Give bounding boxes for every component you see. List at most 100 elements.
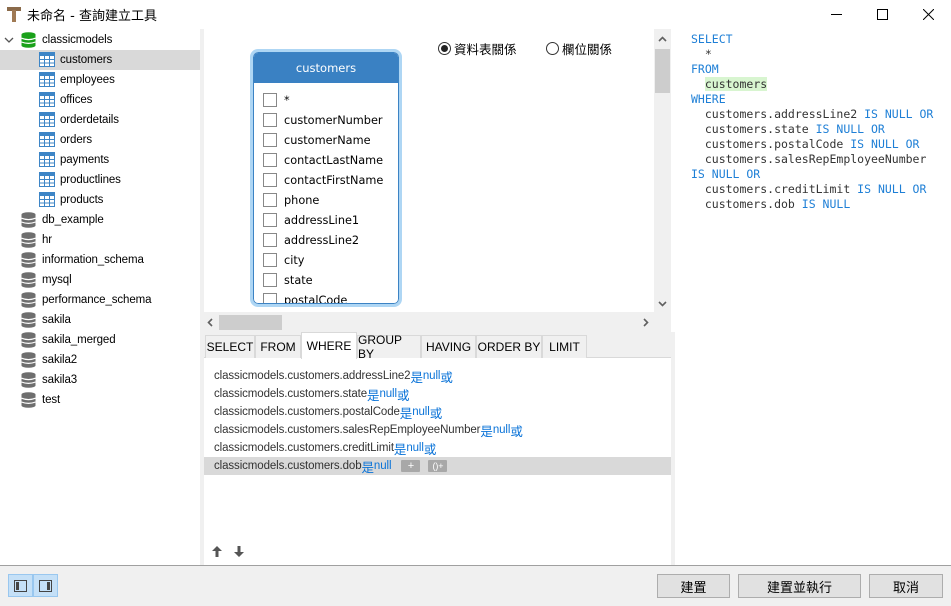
tree-item-database[interactable]: test	[0, 390, 200, 410]
diagram-vertical-scrollbar[interactable]	[654, 29, 671, 312]
field-checkbox[interactable]	[263, 173, 277, 187]
field-checkbox[interactable]	[263, 233, 277, 247]
radio-column-relation[interactable]: 欄位關係	[546, 39, 612, 58]
condition-row[interactable]: classicmodels.customers.postalCode 是 nul…	[204, 403, 671, 421]
condition-operator[interactable]: 是	[480, 421, 493, 440]
radio-button[interactable]	[438, 42, 451, 55]
scroll-left-icon[interactable]	[207, 318, 213, 327]
field-checkbox[interactable]	[263, 293, 277, 303]
field-row[interactable]: contactFirstName	[254, 170, 398, 190]
condition-operator[interactable]: 是	[400, 403, 413, 422]
condition-row[interactable]: classicmodels.customers.salesRepEmployee…	[204, 421, 671, 439]
condition-connector[interactable]: 或	[397, 385, 410, 404]
tab-limit[interactable]: LIMIT	[542, 335, 587, 358]
field-checkbox[interactable]	[263, 133, 277, 147]
field-row[interactable]: *	[254, 90, 398, 110]
close-button[interactable]	[905, 0, 951, 29]
radio-button[interactable]	[546, 42, 559, 55]
tab-having[interactable]: HAVING	[421, 335, 476, 358]
add-group-button[interactable]: ()+	[428, 460, 448, 472]
build-button[interactable]: 建置	[657, 574, 730, 598]
field-checkbox[interactable]	[263, 273, 277, 287]
table-card-title[interactable]: customers	[254, 53, 398, 83]
condition-column[interactable]: classicmodels.customers.addressLine2	[214, 370, 411, 382]
tree-item-table[interactable]: customers	[0, 50, 200, 70]
field-row[interactable]: city	[254, 250, 398, 270]
tree-item-table[interactable]: offices	[0, 90, 200, 110]
field-row[interactable]: addressLine1	[254, 210, 398, 230]
condition-column[interactable]: classicmodels.customers.postalCode	[214, 406, 400, 418]
diagram-horizontal-scrollbar[interactable]	[204, 312, 654, 332]
field-checkbox[interactable]	[263, 193, 277, 207]
radio-table-relation[interactable]: 資料表關係	[438, 39, 517, 58]
condition-row[interactable]: classicmodels.customers.addressLine2 是 n…	[204, 367, 671, 385]
tree-item-database[interactable]: sakila	[0, 310, 200, 330]
tab-order-by[interactable]: ORDER BY	[476, 335, 542, 358]
tree-item-table[interactable]: orderdetails	[0, 110, 200, 130]
chevron-down-icon[interactable]	[4, 35, 14, 45]
tab-group-by[interactable]: GROUP BY	[357, 333, 421, 361]
condition-column[interactable]: classicmodels.customers.creditLimit	[214, 442, 394, 454]
condition-column[interactable]: classicmodels.customers.state	[214, 388, 367, 400]
scroll-right-icon[interactable]	[643, 318, 649, 327]
scrollbar-thumb[interactable]	[219, 315, 282, 330]
condition-operator[interactable]: 是	[410, 367, 423, 386]
scrollbar-thumb[interactable]	[655, 49, 670, 93]
field-row[interactable]: phone	[254, 190, 398, 210]
field-checkbox[interactable]	[263, 253, 277, 267]
field-row[interactable]: contactLastName	[254, 150, 398, 170]
sql-preview[interactable]: SELECT * FROM customers WHERE customers.ad…	[675, 29, 951, 565]
field-checkbox[interactable]	[263, 153, 277, 167]
condition-value[interactable]: null	[379, 388, 397, 400]
scroll-up-icon[interactable]	[658, 36, 667, 42]
condition-operator[interactable]: 是	[394, 439, 407, 458]
condition-value[interactable]: null	[412, 406, 430, 418]
scroll-down-icon[interactable]	[658, 301, 667, 307]
tab-from[interactable]: FROM	[255, 335, 301, 358]
tab-where[interactable]: WHERE	[301, 332, 357, 359]
condition-connector[interactable]: 或	[510, 421, 523, 440]
build-and-run-button[interactable]: 建置並執行	[738, 574, 861, 598]
tree-item-database[interactable]: hr	[0, 230, 200, 250]
field-row[interactable]: state	[254, 270, 398, 290]
condition-connector[interactable]: 或	[424, 439, 437, 458]
condition-value[interactable]: null	[423, 370, 441, 382]
condition-row[interactable]: classicmodels.customers.creditLimit 是 nu…	[204, 439, 671, 457]
maximize-button[interactable]	[859, 0, 905, 29]
move-up-icon[interactable]	[212, 546, 222, 557]
toggle-right-panel-button[interactable]	[33, 574, 58, 597]
tree-item-database[interactable]: mysql	[0, 270, 200, 290]
field-row[interactable]: postalCode	[254, 290, 398, 303]
tree-item-database[interactable]: sakila_merged	[0, 330, 200, 350]
tree-item-table[interactable]: orders	[0, 130, 200, 150]
tree-item-database[interactable]: db_example	[0, 210, 200, 230]
tree-item-table[interactable]: employees	[0, 70, 200, 90]
condition-connector[interactable]: 或	[430, 403, 443, 422]
tree-item-database[interactable]: sakila2	[0, 350, 200, 370]
field-row[interactable]: customerName	[254, 130, 398, 150]
tree-item-database[interactable]: sakila3	[0, 370, 200, 390]
tree-item-table[interactable]: productlines	[0, 170, 200, 190]
tree-item-table[interactable]: payments	[0, 150, 200, 170]
field-row[interactable]: customerNumber	[254, 110, 398, 130]
tree-item-table[interactable]: products	[0, 190, 200, 210]
add-condition-button[interactable]: +	[401, 460, 421, 472]
condition-operator[interactable]: 是	[367, 385, 380, 404]
tab-select[interactable]: SELECT	[205, 335, 255, 358]
table-card-customers[interactable]: customers * customerNumber customerName con…	[250, 49, 402, 307]
field-checkbox[interactable]	[263, 213, 277, 227]
condition-row[interactable]: classicmodels.customers.state 是 null 或	[204, 385, 671, 403]
field-checkbox[interactable]	[263, 93, 277, 107]
cancel-button[interactable]: 取消	[869, 574, 943, 598]
condition-operator[interactable]: 是	[362, 457, 375, 476]
field-row[interactable]: addressLine2	[254, 230, 398, 250]
tree-item-database[interactable]: performance_schema	[0, 290, 200, 310]
field-checkbox[interactable]	[263, 113, 277, 127]
tree-item-database[interactable]: classicmodels	[0, 30, 200, 50]
tree-item-database[interactable]: information_schema	[0, 250, 200, 270]
toggle-left-panel-button[interactable]	[8, 574, 33, 597]
move-down-icon[interactable]	[234, 546, 244, 557]
condition-value[interactable]: null	[374, 460, 392, 472]
condition-column[interactable]: classicmodels.customers.dob	[214, 460, 362, 472]
minimize-button[interactable]	[813, 0, 859, 29]
